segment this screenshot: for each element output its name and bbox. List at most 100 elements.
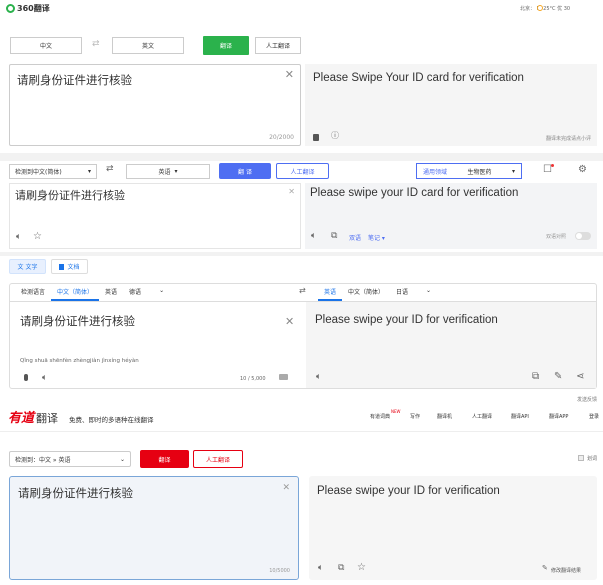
tab-english[interactable]: 英语 (318, 287, 343, 301)
toggle-switch[interactable] (575, 232, 591, 240)
swap-icon[interactable]: ⇄ (92, 40, 100, 49)
translate-button[interactable]: 翻 译 (219, 163, 271, 179)
copy-icon[interactable]: ⧉ (532, 372, 539, 382)
speaker-icon[interactable]: 🔈︎ (318, 564, 323, 573)
settings-icon[interactable]: ⚙ (578, 165, 587, 175)
share-icon[interactable]: ⋖ (576, 372, 584, 382)
star-icon[interactable]: ☆ (357, 563, 366, 573)
translate-button[interactable]: 翻译 (140, 450, 189, 468)
speaker-icon[interactable]: 🔈︎ (316, 373, 321, 382)
bilingual-link[interactable]: 双语 (349, 233, 361, 242)
detect-language-select[interactable]: 检测到中文(简体) ▾ (9, 164, 97, 179)
section-divider (0, 153, 603, 161)
header-divider (0, 431, 603, 432)
edit-result-link[interactable]: 修改翻译结果 (551, 567, 581, 574)
new-badge: NEW (391, 409, 401, 414)
weather-status: 北京： 晴 25°C 优 30 (520, 6, 571, 12)
clear-icon[interactable]: ✕ (285, 69, 294, 80)
source-textarea[interactable]: 请刷身份证件进行核验 ✕ 10/5000 (9, 476, 299, 580)
chevron-down-icon: ▾ (174, 168, 178, 175)
speaker-icon[interactable]: 🔈︎ (311, 232, 316, 241)
tab-detect-language[interactable]: 检测语言 (15, 287, 51, 301)
char-count: 10/5000 (269, 568, 290, 574)
chevron-down-icon: ⌄ (119, 455, 125, 463)
chevron-down-icon: ▾ (511, 167, 515, 175)
target-tabs: 英语 中文（简体） 日语 ⌄ (318, 287, 443, 301)
source-text: 请刷身份证件进行核验 (15, 189, 125, 202)
document-icon (59, 263, 65, 270)
human-translate-button[interactable]: 人工翻译 (276, 163, 329, 179)
target-language-select[interactable]: 英语 ▾ (126, 164, 210, 179)
select-word-label: 划词 (587, 456, 598, 462)
human-translate-button[interactable]: 人工翻译 (255, 37, 301, 54)
nav-item-human[interactable]: 人工翻译 (472, 413, 492, 420)
tab-chinese-simplified[interactable]: 中文（简体） (342, 287, 390, 301)
help-icon[interactable]: ⓘ (331, 132, 339, 140)
source-language-select[interactable]: 中文 (10, 37, 82, 54)
translate-button[interactable]: 翻译 (203, 36, 249, 55)
result-panel: Please swipe your ID for verification 🔈︎… (306, 302, 596, 388)
language-select[interactable]: 检测到：中文 » 英语 ⌄ (9, 451, 131, 467)
nav-item-dict[interactable]: 有道词典 (370, 413, 390, 420)
slogan: 免费、即时的多语种在线翻译 (69, 416, 154, 424)
result-panel: Please swipe your ID card for verificati… (305, 183, 597, 249)
result-panel: Please swipe your ID for verification 🔈︎… (309, 476, 597, 580)
result-panel: Please Swipe Your ID card for verificati… (305, 64, 597, 146)
source-tabs: 检测语言 中文（简体） 英语 德语 ⌄ (15, 287, 176, 301)
tab-german[interactable]: 德语 (123, 287, 147, 301)
feedback-icon[interactable]: ✎ (554, 372, 562, 382)
result-text: Please swipe your ID for verification (317, 485, 500, 497)
nav-item-api[interactable]: 翻译API (511, 413, 529, 420)
clear-icon[interactable]: ✕ (282, 484, 290, 493)
human-translate-button[interactable]: 人工翻译 (193, 450, 243, 468)
speaker-icon[interactable]: 🔈︎ (16, 233, 21, 242)
logo-ring-icon (6, 4, 15, 13)
nav-item-writing[interactable]: 写作 (410, 413, 420, 420)
target-language-select[interactable]: 英文 (112, 37, 184, 54)
clear-icon[interactable]: ✕ (285, 316, 294, 327)
microphone-icon[interactable] (24, 374, 28, 381)
select-word-checkbox[interactable] (578, 455, 584, 461)
sun-icon (537, 5, 543, 11)
source-textarea[interactable]: 请刷身份证件进行核验 ✕ 20/2000 (9, 64, 301, 146)
swap-icon[interactable]: ⇄ (106, 165, 114, 174)
source-text: 请刷身份证件进行核验 (18, 486, 133, 500)
result-text: Please swipe your ID card for verificati… (310, 187, 519, 199)
logo-360: 360翻译 (6, 3, 50, 14)
char-count: 10 / 5,000 (240, 376, 266, 382)
tab-document[interactable]: 文档 (51, 259, 88, 274)
tab-chinese-simplified[interactable]: 中文（简体） (51, 287, 100, 301)
nav-item-login[interactable]: 登录 (589, 413, 599, 420)
source-text[interactable]: 请刷身份证件进行核验 (20, 314, 135, 329)
notification-dot (551, 164, 554, 167)
copy-icon[interactable] (313, 134, 319, 141)
source-textarea[interactable]: 请刷身份证件进行核验 ✕ 🔈︎ ☆ (9, 183, 301, 249)
notes-link[interactable]: 笔记 ▾ (368, 233, 385, 242)
nav-item-device[interactable]: 翻译机 (437, 413, 452, 420)
star-icon[interactable]: ☆ (33, 232, 42, 242)
tab-text[interactable]: 文文字 (9, 259, 46, 274)
edit-icon[interactable]: ✎ (542, 565, 548, 572)
translate-icon: 文 (17, 264, 24, 271)
section-divider (0, 252, 603, 256)
char-count: 20/2000 (269, 134, 294, 141)
keyboard-icon[interactable] (279, 374, 288, 380)
chevron-down-icon[interactable]: ⌄ (147, 287, 176, 301)
youdao-logo: 有道 翻译 (8, 411, 59, 426)
chevron-down-icon[interactable]: ⌄ (414, 287, 443, 301)
toggle-label: 双语对照 (546, 234, 567, 240)
clear-icon[interactable]: ✕ (288, 188, 295, 196)
speaker-icon[interactable]: 🔈︎ (42, 374, 47, 383)
swap-icon[interactable]: ⇄ (299, 287, 306, 295)
copy-icon[interactable]: ⧉ (338, 564, 344, 573)
feedback-link[interactable]: 翻译未完成请点小评 (546, 135, 591, 142)
copy-icon[interactable]: ⧉ (331, 232, 337, 241)
domain-select[interactable]: 通用领域 生物医药 ▾ (416, 163, 522, 179)
tab-japanese[interactable]: 日语 (390, 287, 414, 301)
pinyin-text: Qǐng shuā shēnfèn zhèngjiàn jìnxíng héyà… (20, 358, 139, 364)
send-feedback-link[interactable]: 发送反馈 (577, 396, 597, 403)
tab-english[interactable]: 英语 (99, 287, 123, 301)
result-text: Please swipe your ID for verification (315, 314, 498, 326)
result-text: Please Swipe Your ID card for verificati… (313, 72, 524, 84)
nav-item-app[interactable]: 翻译APP (549, 413, 568, 420)
